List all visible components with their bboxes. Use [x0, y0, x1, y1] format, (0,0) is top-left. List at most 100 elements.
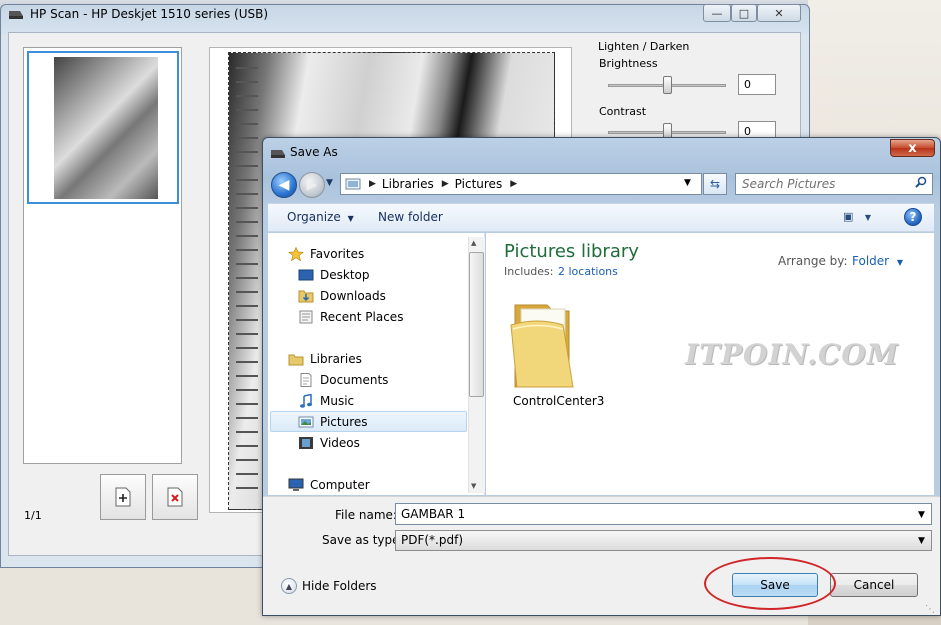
includes-label: Includes:: [504, 265, 554, 278]
chevron-down-icon: ▼: [347, 214, 354, 223]
hp-window-title: HP Scan - HP Deskjet 1510 series (USB): [30, 7, 269, 21]
forward-arrow-icon: ▶: [306, 177, 318, 193]
back-arrow-icon: ◀: [278, 177, 290, 193]
maximize-icon: □: [738, 6, 750, 20]
brightness-input[interactable]: 0: [738, 74, 776, 95]
contrast-label: Contrast: [599, 105, 647, 118]
nav-label: Music: [320, 394, 355, 408]
breadcrumb-separator-icon: ▶: [510, 179, 518, 189]
locations-link[interactable]: 2 locations: [558, 265, 618, 278]
add-page-button[interactable]: [100, 474, 146, 520]
file-name-label: File name:: [335, 508, 397, 522]
save-as-type-label: Save as type:: [322, 533, 404, 547]
nav-item-libraries[interactable]: Libraries: [288, 349, 362, 369]
nav-label: Computer: [310, 478, 370, 492]
add-page-icon: [115, 487, 131, 507]
page-thumbnail[interactable]: [27, 51, 179, 204]
star-icon: [288, 246, 304, 262]
search-input[interactable]: Search Pictures: [735, 173, 933, 195]
address-dropdown-icon[interactable]: ▼: [684, 178, 691, 188]
hide-folders-label: Hide Folders: [302, 579, 377, 593]
delete-page-button[interactable]: [152, 474, 198, 520]
nav-item-pictures[interactable]: Pictures: [298, 412, 368, 432]
brightness-label: Brightness: [599, 57, 658, 70]
file-name-input[interactable]: GAMBAR 1: [395, 503, 932, 525]
computer-icon: [288, 478, 304, 492]
help-button[interactable]: ?: [904, 208, 922, 226]
page-counter: 1/1: [24, 509, 42, 522]
nav-item-computer[interactable]: Computer: [288, 475, 370, 495]
organize-label: Organize: [287, 210, 341, 224]
hp-minimize-button[interactable]: —: [703, 4, 731, 22]
nav-label: Libraries: [310, 352, 362, 366]
library-title: Pictures library: [504, 241, 639, 262]
recent-places-icon: [298, 310, 314, 324]
minimize-icon: —: [711, 6, 723, 20]
arrange-by-dropdown[interactable]: Folder ▼: [852, 254, 903, 268]
save-as-type-select[interactable]: PDF(*.pdf): [395, 530, 932, 551]
nav-item-favorites[interactable]: Favorites: [288, 244, 364, 264]
breadcrumb-pictures[interactable]: Pictures: [455, 177, 503, 191]
brightness-slider-handle[interactable]: [663, 76, 672, 94]
dialog-close-button[interactable]: x: [890, 139, 935, 157]
music-icon: [298, 393, 314, 408]
thumbnail-image: [54, 57, 158, 199]
videos-icon: [298, 436, 314, 450]
cancel-button[interactable]: Cancel: [830, 573, 918, 597]
nav-label: Downloads: [320, 289, 386, 303]
delete-page-icon: [167, 487, 183, 507]
resize-grip-icon[interactable]: ⋱: [925, 604, 935, 615]
nav-item-desktop[interactable]: Desktop: [298, 265, 370, 285]
pictures-icon: [298, 415, 314, 429]
address-bar[interactable]: ▶ Libraries ▶ Pictures ▶: [340, 173, 702, 195]
view-icon: ▣: [843, 210, 854, 223]
documents-icon: [298, 373, 314, 387]
hide-folders-button[interactable]: ▲ Hide Folders: [281, 578, 377, 594]
new-folder-button[interactable]: New folder: [378, 210, 443, 224]
library-icon: [345, 178, 361, 190]
hp-scan-app-icon: [9, 11, 23, 19]
libraries-icon: [288, 352, 304, 366]
lighten-darken-label: Lighten / Darken: [598, 40, 690, 53]
chevron-down-icon: ▼: [864, 213, 872, 222]
nav-item-videos[interactable]: Videos: [298, 433, 360, 453]
chevron-down-icon[interactable]: ▼: [918, 536, 925, 546]
desktop-icon: [298, 268, 314, 282]
refresh-button[interactable]: ⇆: [703, 173, 727, 195]
close-icon: ✕: [774, 6, 784, 20]
nav-scrollbar-thumb[interactable]: [469, 252, 484, 397]
breadcrumb-separator-icon: ▶: [441, 179, 449, 189]
chevron-up-icon: ▲: [281, 578, 297, 594]
downloads-folder-icon: [298, 289, 314, 303]
nav-item-documents[interactable]: Documents: [298, 370, 388, 390]
chevron-down-icon[interactable]: ▼: [918, 510, 925, 520]
nav-item-music[interactable]: Music: [298, 391, 354, 411]
forward-button[interactable]: ▶: [299, 172, 325, 198]
nav-label: Documents: [320, 373, 389, 387]
back-button[interactable]: ◀: [271, 172, 297, 198]
highlight-circle-annotation: [704, 557, 836, 610]
breadcrumb-separator-icon: ▶: [369, 179, 376, 189]
hp-close-button[interactable]: ✕: [757, 4, 801, 22]
chevron-down-icon: ▼: [896, 258, 904, 267]
hp-maximize-button[interactable]: □: [731, 4, 757, 22]
nav-label: Videos: [320, 436, 360, 450]
watermark-text: ITPOIN.COM: [685, 338, 899, 371]
recent-locations-dropdown[interactable]: ▼: [326, 178, 333, 188]
organize-button[interactable]: Organize ▼: [287, 210, 354, 224]
nav-label: Favorites: [310, 247, 365, 261]
dialog-title: Save As: [290, 145, 338, 159]
scroll-up-icon[interactable]: ▲: [471, 239, 476, 247]
nav-label: Desktop: [320, 268, 370, 282]
dialog-toolbar: [268, 203, 934, 232]
folder-icon[interactable]: [507, 295, 577, 390]
breadcrumb-libraries[interactable]: Libraries: [382, 177, 434, 191]
search-icon[interactable]: [915, 176, 927, 191]
nav-item-downloads[interactable]: Downloads: [298, 286, 386, 306]
change-view-button[interactable]: ▣ ▼: [843, 210, 871, 223]
close-icon: x: [908, 140, 917, 156]
folder-name: ControlCenter3: [513, 394, 605, 408]
scroll-down-icon[interactable]: ▼: [471, 482, 476, 490]
nav-label: Pictures: [320, 415, 368, 429]
nav-item-recent-places[interactable]: Recent Places: [298, 307, 403, 327]
